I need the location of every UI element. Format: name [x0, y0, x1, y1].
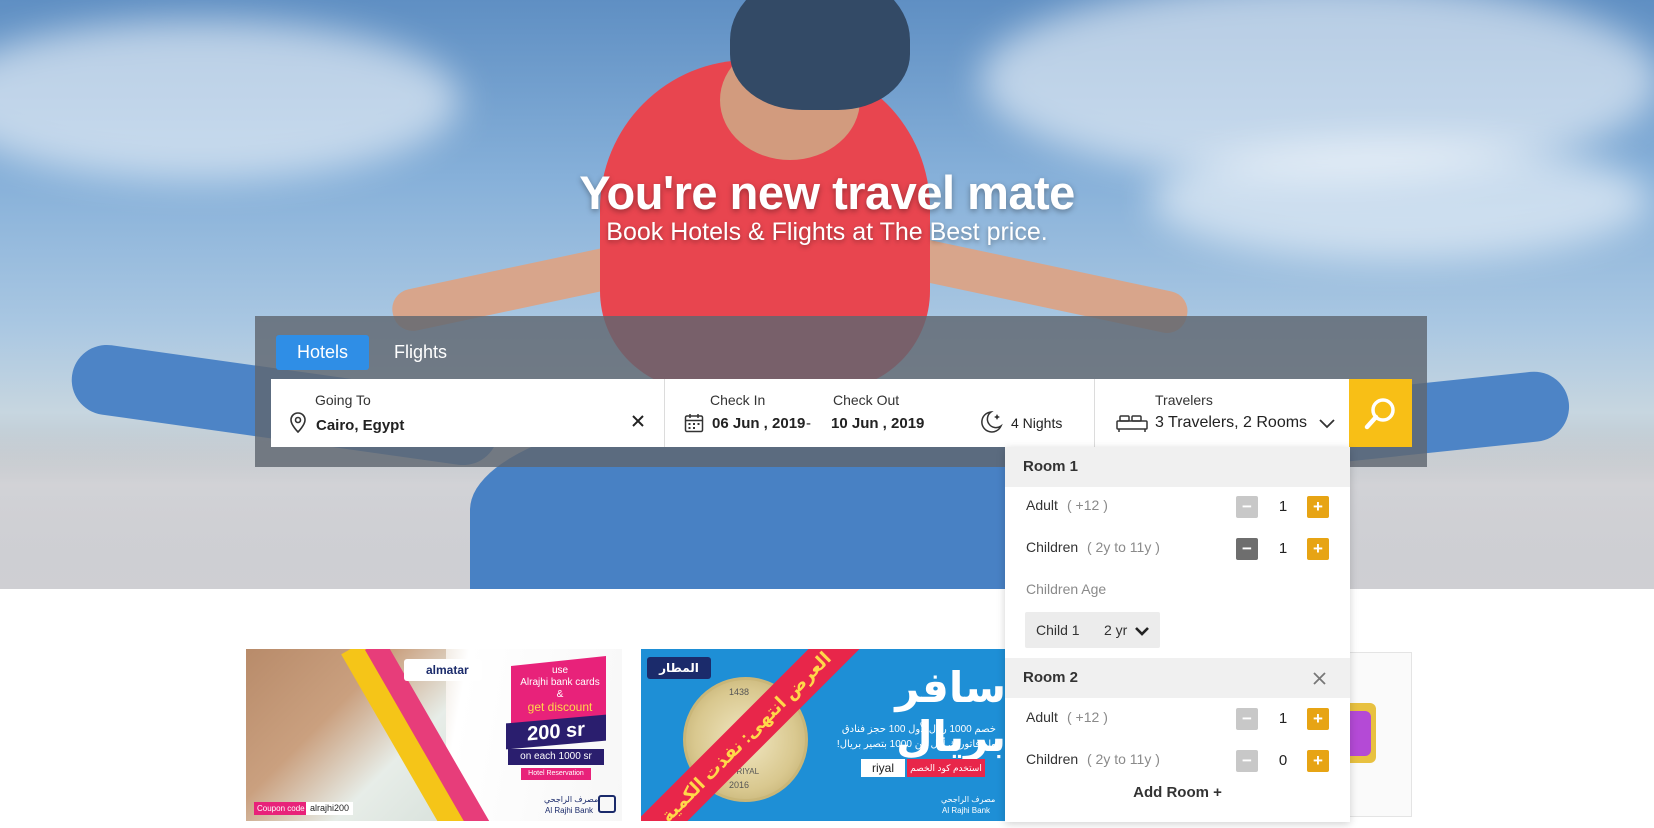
- promo-banner-riyal[interactable]: المطار 1438 ONE RIYAL 2016 العرض انتهى: …: [641, 649, 1011, 821]
- child-age-select[interactable]: Child 1 2 yr: [1025, 612, 1160, 648]
- coin-year: 2016: [729, 780, 750, 790]
- children-decrement-button[interactable]: −: [1236, 750, 1258, 772]
- child-age-label: Child 1: [1036, 622, 1080, 638]
- search-bar: Going To Cairo, Egypt Check In Check Out…: [271, 379, 1349, 447]
- adult-label: Adult: [1026, 497, 1058, 513]
- discount-code: riyal: [861, 759, 905, 777]
- checkin-label: Check In: [710, 392, 766, 408]
- promo-line: Hotel Reservation: [521, 768, 591, 780]
- hero-banner: You're new travel mate Book Hotels & Fli…: [0, 0, 1654, 589]
- photo-child-hat: [730, 0, 910, 110]
- coupon-code: alrajhi200: [306, 802, 354, 815]
- checkout-label: Check Out: [833, 392, 900, 408]
- room-title: Room 1: [1023, 458, 1079, 475]
- children-increment-button[interactable]: +: [1307, 538, 1329, 560]
- children-label: Children: [1026, 539, 1079, 555]
- location-pin-icon: [290, 412, 306, 434]
- discount-code-hint: استخدم كود الخصم: [907, 759, 985, 777]
- promo-line: Alrajhi bank cards: [520, 677, 600, 688]
- chevron-down-icon[interactable]: [1319, 419, 1335, 429]
- almatar-brand: almatar: [426, 663, 469, 677]
- children-decrement-button[interactable]: −: [1236, 538, 1258, 560]
- bank-name-ar: مصرف الراجحي: [544, 795, 599, 804]
- coupon-label: Coupon code: [254, 802, 308, 815]
- bank-name-ar: مصرف الراجحي: [941, 795, 996, 804]
- promo-line: on each 1000 sr: [508, 749, 604, 765]
- date-separator: -: [806, 415, 811, 432]
- adult-decrement-button[interactable]: −: [1236, 496, 1258, 518]
- children-age-label: Children Age: [1026, 581, 1107, 597]
- destination-field[interactable]: Going To Cairo, Egypt: [271, 379, 664, 447]
- checkin-value: 06 Jun , 2019: [712, 415, 806, 432]
- children-count: 1: [1278, 540, 1288, 557]
- clear-icon[interactable]: [631, 414, 645, 428]
- travelers-field[interactable]: Travelers 3 Travelers, 2 Rooms: [1095, 379, 1349, 447]
- promo-desc: ولو فاتورتك أقل من 1000 بتصير بريال!: [836, 739, 996, 750]
- room-title: Room 2: [1023, 669, 1079, 686]
- adult-hint: ( +12 ): [1067, 709, 1108, 725]
- adult-hint: ( +12 ): [1067, 497, 1108, 513]
- tab-hotels[interactable]: Hotels: [276, 335, 370, 370]
- cloud: [0, 20, 460, 180]
- adult-count: 1: [1278, 710, 1288, 727]
- promo-desc: خصم 1000 ريال لأول 100 حجز فنادق: [841, 724, 996, 735]
- almatar-logo-ar: المطار: [647, 657, 711, 679]
- bank-name-en: Al Rajhi Bank: [942, 806, 991, 815]
- promo-line: get discount: [527, 700, 593, 714]
- close-icon[interactable]: [1313, 672, 1326, 685]
- search-button[interactable]: [1349, 379, 1412, 447]
- moon-icon: [981, 411, 1003, 433]
- checkout-value: 10 Jun , 2019: [831, 415, 925, 432]
- adult-count: 1: [1278, 498, 1288, 515]
- hero-subtitle: Book Hotels & Flights at The Best price.: [606, 218, 1048, 246]
- destination-label: Going To: [315, 392, 371, 408]
- search-icon: [1364, 398, 1395, 430]
- children-label: Children: [1026, 751, 1079, 767]
- child-age-value: 2 yr: [1104, 622, 1128, 638]
- travelers-label: Travelers: [1155, 392, 1213, 408]
- adult-decrement-button[interactable]: −: [1236, 708, 1258, 730]
- bank-name-en: Al Rajhi Bank: [545, 806, 594, 815]
- promo-line: use: [551, 665, 569, 676]
- room-1-header: Room 1: [1005, 447, 1350, 487]
- nights-count: 4 Nights: [1011, 415, 1063, 431]
- hero-title: You're new travel mate: [579, 166, 1075, 219]
- rooms-dropdown: Room 1 Adult ( +12 ) − 1 + Children ( 2y…: [1005, 447, 1350, 822]
- tab-flights[interactable]: Flights: [373, 335, 468, 370]
- calendar-icon: [684, 414, 704, 433]
- bank-logo: [598, 795, 616, 813]
- adult-increment-button[interactable]: +: [1307, 708, 1329, 730]
- promo-text-block: use Alrajhi bank cards & get discount: [514, 665, 606, 713]
- children-hint: ( 2y to 11y ): [1087, 539, 1160, 555]
- destination-value: Cairo, Egypt: [316, 417, 405, 434]
- add-room-button[interactable]: Add Room +: [1005, 784, 1350, 801]
- chevron-down-icon: [1135, 627, 1149, 636]
- room-2-header: Room 2: [1005, 658, 1350, 698]
- adult-increment-button[interactable]: +: [1307, 496, 1329, 518]
- children-count: 0: [1278, 752, 1288, 769]
- adult-label: Adult: [1026, 709, 1058, 725]
- bed-icon: [1116, 415, 1148, 432]
- coin-year: 1438: [729, 687, 750, 697]
- almatar-logo: almatar: [404, 659, 482, 681]
- dates-field[interactable]: Check In Check Out 06 Jun , 2019 - 10 Ju…: [665, 379, 1094, 447]
- travelers-value: 3 Travelers, 2 Rooms: [1155, 414, 1308, 431]
- children-increment-button[interactable]: +: [1307, 750, 1329, 772]
- almatar-brand-ar: المطار: [659, 661, 699, 675]
- children-hint: ( 2y to 11y ): [1087, 751, 1160, 767]
- promo-banner-alrajhi[interactable]: almatar use Alrajhi bank cards & get dis…: [246, 649, 622, 821]
